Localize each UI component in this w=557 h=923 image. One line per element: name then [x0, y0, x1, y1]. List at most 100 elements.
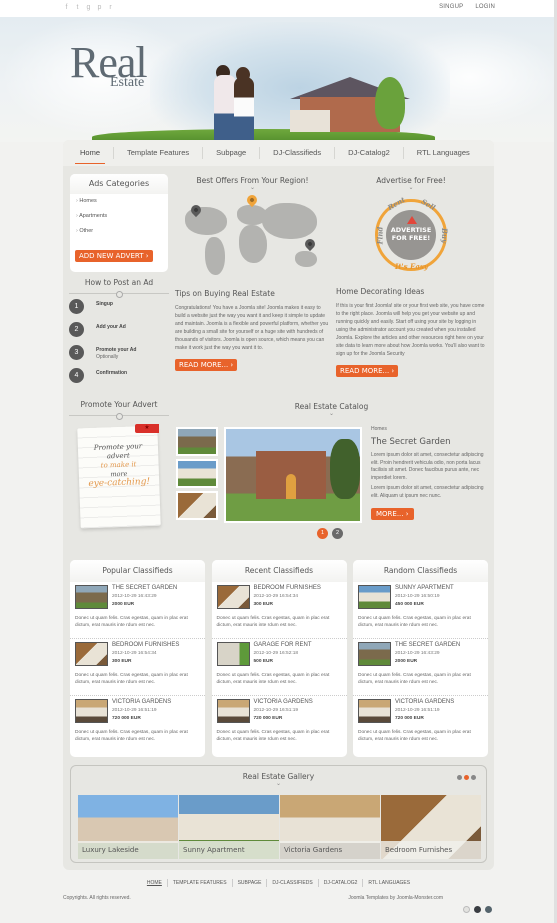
nav-item-dj-catalog2[interactable]: DJ-Catalog2: [335, 140, 403, 166]
classified-title[interactable]: THE SECRET GARDEN: [395, 642, 460, 648]
classified-item: VICTORIA GARDENS 2012-10-29 16:51:19 720…: [353, 696, 488, 753]
classified-thumb[interactable]: [358, 699, 391, 723]
catalog-pagination: 1 2: [317, 528, 343, 539]
catalog-thumb[interactable]: [176, 427, 218, 456]
best-offers-section: Best Offers From Your Region! ⌄ Tips on …: [175, 176, 330, 372]
top-bar: f t g p r SINGUP LOGIN: [0, 0, 557, 17]
star-tag-icon: ★: [135, 424, 159, 433]
footer-link-dj-classifieds[interactable]: DJ-CLASSIFIEDS: [267, 880, 317, 886]
page-button-1[interactable]: 1: [317, 528, 328, 539]
world-map[interactable]: [177, 192, 327, 279]
page-button-2[interactable]: 2: [332, 528, 343, 539]
classified-desc: Donec ut quam felis. Cras egestas, quam …: [358, 730, 471, 742]
nav-item-home[interactable]: Home: [67, 140, 113, 166]
pinterest-icon[interactable]: p: [96, 3, 103, 12]
footer-link-template-features[interactable]: TEMPLATE FEATURES: [168, 880, 232, 886]
article-body: Congratulations! You have a Joomla site!…: [175, 305, 329, 351]
classified-thumb[interactable]: [216, 699, 250, 723]
classified-thumb[interactable]: [75, 699, 108, 723]
chevron-down-icon: ⌄: [408, 185, 414, 191]
classified-thumb[interactable]: [75, 642, 108, 666]
step-item: 4 Confirmation: [69, 368, 169, 386]
footer-link-dj-catalog2[interactable]: DJ-CATALOG2: [319, 880, 363, 886]
gallery-caption: Luxury Lakeside: [78, 841, 178, 859]
promote-note-image[interactable]: Promote your advert to make it more eye-…: [77, 425, 161, 529]
nav-item-subpage[interactable]: Subpage: [203, 140, 259, 166]
gallery-dot[interactable]: [471, 775, 476, 780]
classified-thumb[interactable]: [75, 585, 108, 609]
gallery-caption: Sunny Apartment: [179, 841, 279, 859]
gallery-caption: Bedroom Furnishes: [381, 841, 481, 859]
gallery-item[interactable]: Bedroom Furnishes: [381, 795, 481, 859]
login-link[interactable]: LOGIN: [475, 4, 495, 10]
classified-thumb[interactable]: [216, 585, 250, 609]
category-link-homes[interactable]: Homes: [70, 194, 168, 209]
classified-title[interactable]: SUNNY APARTMENT: [395, 585, 454, 591]
style-swatch[interactable]: [474, 906, 481, 913]
article-title[interactable]: Home Decorating Ideas: [336, 287, 486, 296]
nav-item-dj-classifieds[interactable]: DJ-Classifieds: [260, 140, 334, 166]
nav-item-template-features[interactable]: Template Features: [114, 140, 202, 166]
google-plus-icon[interactable]: g: [85, 3, 92, 12]
classified-thumb[interactable]: [216, 642, 250, 666]
badge-core-text: ADVERTISE: [390, 226, 432, 234]
gallery-item[interactable]: Sunny Apartment: [179, 795, 279, 859]
classified-item: SUNNY APARTMENT 2012-10-29 16:50:19 450 …: [353, 582, 488, 639]
logo-sub[interactable]: Estate: [110, 75, 144, 91]
classified-item: GARAGE FOR RENT 2012-10-29 16:52:18 500 …: [211, 639, 347, 696]
classified-thumb[interactable]: [358, 585, 391, 609]
article-body: If this is your first Joomla! site or yo…: [336, 303, 485, 357]
classifieds-box-title: Popular Classifieds: [70, 560, 205, 582]
classified-title[interactable]: VICTORIA GARDENS: [254, 699, 313, 705]
classified-item: VICTORIA GARDENS 2012-10-29 16:51:19 720…: [212, 696, 347, 753]
catalog-thumbnails: [176, 427, 220, 523]
catalog-thumb[interactable]: [176, 491, 218, 520]
credit-link[interactable]: Joomla Templates by Joomla-Monster.com: [348, 895, 443, 901]
footer-link-home[interactable]: HOME: [142, 880, 167, 886]
read-more-button[interactable]: READ MORE... ›: [175, 359, 238, 371]
catalog-category[interactable]: Homes: [371, 426, 491, 432]
classified-title[interactable]: GARAGE FOR RENT: [254, 642, 312, 648]
step-item: 3 Promote your Ad Optionally: [69, 345, 169, 363]
rss-icon[interactable]: r: [107, 3, 114, 12]
promote-title: Promote Your Advert: [80, 400, 158, 409]
classified-title[interactable]: BEDROOM FURNISHES: [112, 642, 179, 648]
read-more-button[interactable]: READ MORE... ›: [336, 365, 399, 377]
signup-link[interactable]: SINGUP: [439, 4, 463, 10]
style-swatch[interactable]: [463, 906, 470, 913]
step-label: Confirmation: [96, 370, 128, 376]
nav-item-rtl-languages[interactable]: RTL Languages: [404, 140, 483, 166]
twitter-icon[interactable]: t: [74, 3, 81, 12]
facebook-icon[interactable]: f: [63, 3, 70, 12]
footer-link-rtl-languages[interactable]: RTL LANGUAGES: [363, 880, 415, 886]
gallery-dot[interactable]: [457, 775, 462, 780]
how-to-post-section: How to Post an Ad 1 Singup 2 Add your Ad…: [69, 278, 169, 386]
category-link-apartments[interactable]: Apartments: [70, 209, 168, 224]
category-link-other[interactable]: Other: [70, 224, 168, 239]
classified-thumb[interactable]: [358, 642, 391, 666]
tree: [375, 77, 405, 129]
classified-date: 2012-10-29 16:51:19: [112, 708, 157, 713]
classified-title[interactable]: THE SECRET GARDEN: [112, 585, 177, 591]
gallery-dot[interactable]: [464, 775, 469, 780]
gallery-item[interactable]: Victoria Gardens: [280, 795, 380, 859]
classified-title[interactable]: BEDROOM FURNISHES: [254, 585, 321, 591]
classified-title[interactable]: VICTORIA GARDENS: [395, 699, 454, 705]
classified-price: 720 000 EUR: [112, 716, 141, 721]
advertise-badge[interactable]: Rent Sell Find Buy It's Easy ADVERTISE F…: [373, 195, 449, 273]
catalog-main-image[interactable]: [224, 427, 362, 523]
catalog-item-title[interactable]: The Secret Garden: [371, 437, 491, 447]
classified-title[interactable]: VICTORIA GARDENS: [112, 699, 171, 705]
style-swatch[interactable]: [485, 906, 492, 913]
chevron-down-icon: ⌄: [249, 185, 256, 191]
gallery-item[interactable]: Luxury Lakeside: [78, 795, 178, 859]
footer-link-subpage[interactable]: SUBPAGE: [233, 880, 267, 886]
article-decorating: Home Decorating Ideas If this is your fi…: [336, 287, 486, 378]
classified-price: 300 EUR: [112, 659, 132, 664]
catalog-thumb[interactable]: [176, 459, 218, 488]
advertise-section: Advertise for Free! ⌄ Rent Sell Find Buy…: [336, 176, 486, 378]
map-pin-icon[interactable]: [302, 236, 318, 252]
article-title[interactable]: Tips on Buying Real Estate: [175, 289, 330, 298]
add-new-advert-button[interactable]: ADD NEW ADVERT ›: [75, 250, 153, 262]
more-button[interactable]: MORE... ›: [371, 508, 414, 520]
